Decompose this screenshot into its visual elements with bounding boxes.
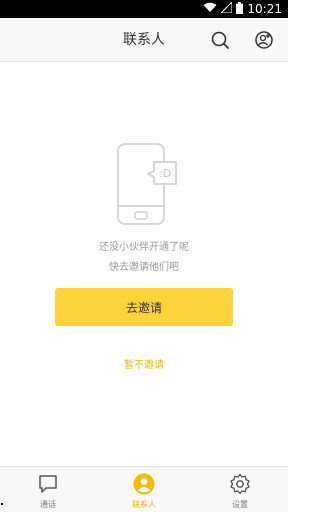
tab-settings-label: 设置 [232, 500, 248, 509]
top-header: 联系人 [0, 18, 288, 62]
skip-invite-link[interactable]: 暂不邀请 [0, 356, 288, 371]
empty-message-line1: 还没小伙伴开通了呢 [99, 242, 189, 253]
tab-contacts-label: 联系人 [132, 500, 156, 509]
wifi-icon [203, 2, 217, 16]
status-time: 10:21 [247, 2, 282, 16]
phone-chat-icon: :D [112, 140, 182, 230]
tab-settings[interactable]: 设置 [210, 473, 270, 511]
signal-icon [220, 0, 233, 16]
battery-icon [236, 1, 244, 17]
bubble-text: :D [159, 167, 171, 180]
search-button[interactable] [208, 28, 232, 52]
tab-contacts[interactable]: 联系人 [114, 473, 174, 511]
person-icon [133, 473, 155, 495]
add-contact-icon [255, 31, 273, 49]
search-icon [211, 31, 229, 49]
page-title: 联系人 [123, 32, 165, 48]
chat-bubble-icon [39, 475, 57, 493]
add-contact-button[interactable] [252, 28, 276, 52]
empty-message-line2: 快去邀请他们吧 [109, 262, 179, 273]
tab-calls[interactable]: 通话 [18, 473, 78, 511]
gear-icon [230, 473, 250, 495]
invite-button[interactable]: 去邀请 [55, 288, 233, 326]
status-bar: 10:21 [0, 0, 288, 18]
bottom-tab-bar: 通话 联系人 设置 [0, 466, 288, 512]
tab-calls-label: 通话 [40, 500, 56, 509]
edge-dot [1, 503, 3, 505]
